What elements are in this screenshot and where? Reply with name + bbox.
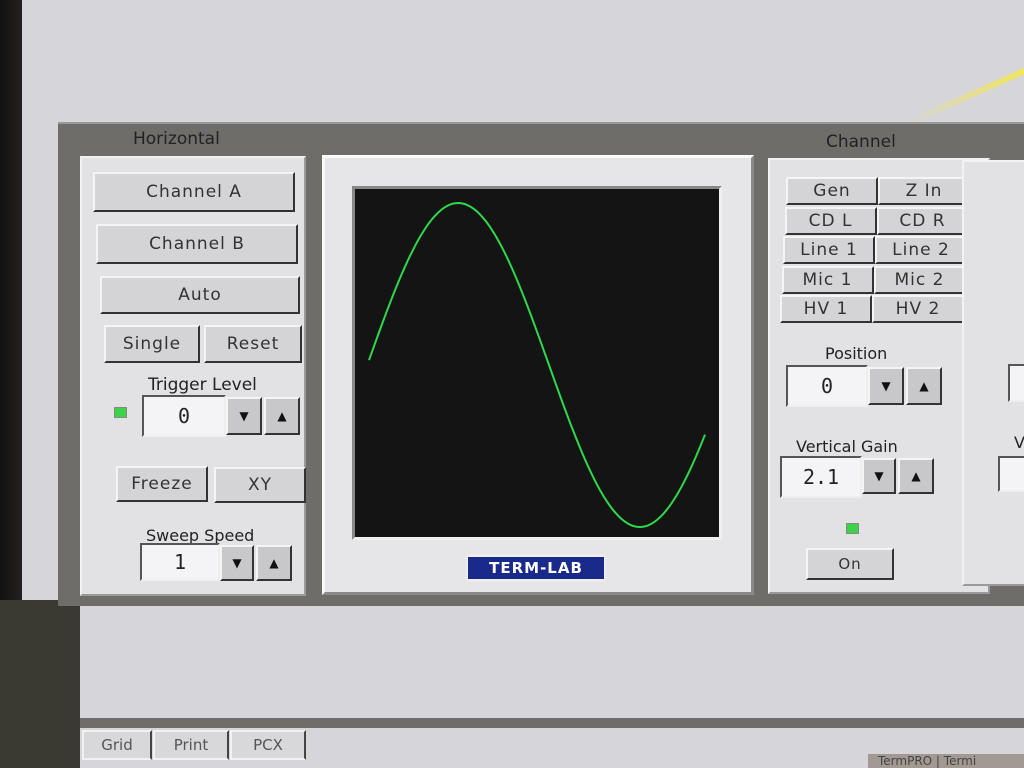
- position-up-button[interactable]: ▲: [906, 367, 942, 405]
- input-button-line-1[interactable]: Line 1: [783, 236, 875, 264]
- monitor-bezel-bottom: [0, 600, 80, 768]
- pcx-tab[interactable]: PCX: [230, 730, 306, 760]
- trigger-level-field[interactable]: 0: [142, 395, 226, 437]
- triangle-down-icon: ▼: [232, 556, 242, 570]
- xy-button[interactable]: XY: [214, 467, 306, 503]
- triangle-down-icon: ▼: [239, 409, 249, 423]
- gain-up-button[interactable]: ▲: [898, 458, 934, 494]
- print-tab[interactable]: Print: [153, 730, 229, 760]
- freeze-button[interactable]: Freeze: [116, 466, 208, 502]
- scope-display: [352, 186, 722, 540]
- horizontal-title: Horizontal: [133, 129, 220, 149]
- input-button-mic-2[interactable]: Mic 2: [873, 265, 966, 294]
- trigger-up-button[interactable]: ▲: [264, 397, 300, 435]
- auto-button[interactable]: Auto: [100, 276, 300, 314]
- right-panel-field-2[interactable]: [1008, 364, 1024, 402]
- grid-tab[interactable]: Grid: [82, 730, 152, 760]
- trigger-down-button[interactable]: ▼: [226, 397, 262, 435]
- reset-button[interactable]: Reset: [204, 325, 302, 363]
- vertical-gain-label: Vertical Gain: [796, 437, 898, 456]
- single-button[interactable]: Single: [104, 325, 200, 363]
- triangle-down-icon: ▼: [881, 379, 891, 393]
- position-down-button[interactable]: ▼: [868, 367, 904, 405]
- vertical-gain-field[interactable]: 2.1: [780, 456, 862, 498]
- position-field[interactable]: 0: [786, 365, 868, 407]
- channel-b-button[interactable]: Channel B: [96, 224, 298, 264]
- input-button-z-in[interactable]: Z In: [878, 177, 970, 205]
- waveform-plot: [368, 201, 706, 529]
- input-button-hv-1[interactable]: HV 1: [780, 295, 872, 323]
- triangle-up-icon: ▲: [277, 409, 287, 423]
- position-label: Position: [825, 344, 888, 363]
- sweep-speed-field[interactable]: 1: [140, 543, 220, 581]
- triangle-up-icon: ▲: [919, 379, 929, 393]
- channel-on-led: [846, 523, 859, 534]
- input-button-cd-r[interactable]: CD R: [876, 206, 969, 235]
- trigger-level-label: Trigger Level: [148, 375, 257, 395]
- triangle-up-icon: ▲: [269, 556, 279, 570]
- input-button-mic-1[interactable]: Mic 1: [781, 265, 874, 294]
- right-panel-label: V: [1014, 433, 1024, 452]
- sweep-down-button[interactable]: ▼: [220, 545, 254, 581]
- on-button[interactable]: On: [806, 548, 894, 580]
- channel-a-button[interactable]: Channel A: [93, 172, 295, 212]
- input-button-cd-l[interactable]: CD L: [784, 206, 877, 235]
- triangle-up-icon: ▲: [911, 469, 921, 483]
- input-button-line-2[interactable]: Line 2: [875, 236, 967, 264]
- sweep-up-button[interactable]: ▲: [256, 545, 292, 581]
- trigger-led: [114, 407, 127, 418]
- input-button-hv-2[interactable]: HV 2: [872, 295, 964, 323]
- channel-title: Channel: [826, 132, 896, 152]
- gain-down-button[interactable]: ▼: [862, 458, 896, 494]
- taskbar-item[interactable]: TermPRO | Termi: [868, 754, 1024, 768]
- right-panel-field[interactable]: [998, 456, 1024, 492]
- term-lab-logo: TERM-LAB: [466, 555, 606, 581]
- input-button-gen[interactable]: Gen: [786, 177, 878, 205]
- waveform-trace: [368, 201, 706, 529]
- triangle-down-icon: ▼: [874, 469, 884, 483]
- bottom-divider: [80, 718, 1024, 728]
